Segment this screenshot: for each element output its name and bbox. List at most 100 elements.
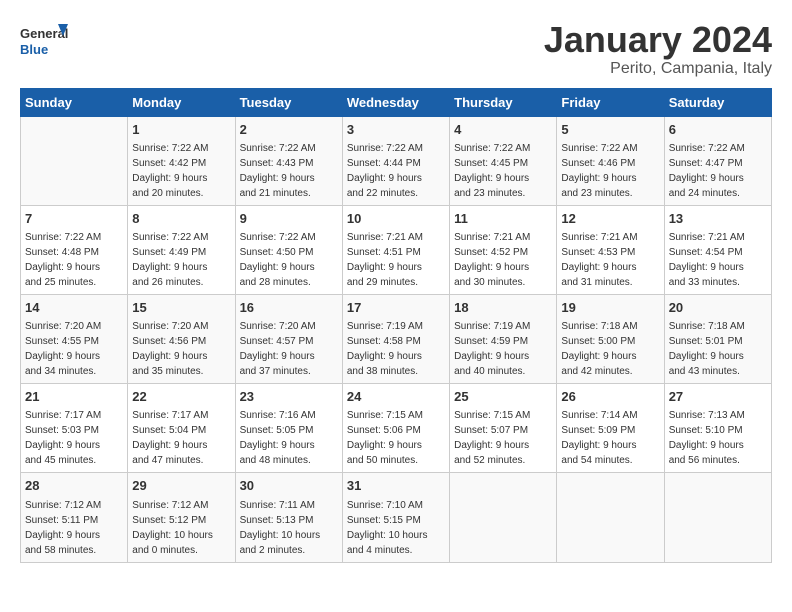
day-number: 23 [240,388,338,406]
svg-text:Blue: Blue [20,42,48,57]
day-number: 2 [240,121,338,139]
logo-svg: General Blue [20,20,70,65]
day-number: 25 [454,388,552,406]
day-number: 6 [669,121,767,139]
day-number: 10 [347,210,445,228]
day-number: 27 [669,388,767,406]
calendar-header-row: SundayMondayTuesdayWednesdayThursdayFrid… [21,88,772,116]
calendar-cell: 26 Sunrise: 7:14 AM Sunset: 5:09 PM Dayli… [557,384,664,473]
calendar-cell: 15Sunrise: 7:20 AM Sunset: 4:56 PM Dayli… [128,294,235,383]
week-row-1: 1 Sunrise: 7:22 AM Sunset: 4:42 PM Daylig… [21,116,772,205]
day-number: 29 [132,477,230,495]
day-info: Sunrise: 7:21 AM Sunset: 4:52 PM Dayligh… [454,230,552,290]
calendar-cell: 31 Sunrise: 7:10 AM Sunset: 5:15 PM Dayli… [342,473,449,562]
day-info: Sunrise: 7:11 AM Sunset: 5:13 PM Dayligh… [240,498,338,558]
day-info: Sunrise: 7:18 AM Sunset: 5:01 PM Dayligh… [669,319,767,379]
day-info: Sunrise: 7:12 AM Sunset: 5:11 PM Dayligh… [25,498,123,558]
day-info: Sunrise: 7:21 AM Sunset: 4:53 PM Dayligh… [561,230,659,290]
calendar-cell: 10Sunrise: 7:21 AM Sunset: 4:51 PM Dayli… [342,205,449,294]
calendar-cell: 28 Sunrise: 7:12 AM Sunset: 5:11 PM Dayli… [21,473,128,562]
calendar-cell: 7 Sunrise: 7:22 AM Sunset: 4:48 PM Daylig… [21,205,128,294]
calendar-cell: 1 Sunrise: 7:22 AM Sunset: 4:42 PM Daylig… [128,116,235,205]
day-number: 15 [132,299,230,317]
day-info: Sunrise: 7:22 AM Sunset: 4:45 PM Dayligh… [454,141,552,201]
day-number: 19 [561,299,659,317]
calendar-cell: 14Sunrise: 7:20 AM Sunset: 4:55 PM Dayli… [21,294,128,383]
calendar-cell: 23 Sunrise: 7:16 AM Sunset: 5:05 PM Dayli… [235,384,342,473]
day-number: 3 [347,121,445,139]
title-area: January 2024 Perito, Campania, Italy [544,20,772,78]
calendar-cell [557,473,664,562]
week-row-4: 21Sunrise: 7:17 AM Sunset: 5:03 PM Dayli… [21,384,772,473]
day-number: 1 [132,121,230,139]
col-header-sunday: Sunday [21,88,128,116]
calendar-cell [450,473,557,562]
location-subtitle: Perito, Campania, Italy [544,60,772,78]
calendar-cell: 24Sunrise: 7:15 AM Sunset: 5:06 PM Dayli… [342,384,449,473]
day-number: 16 [240,299,338,317]
calendar-cell: 29 Sunrise: 7:12 AM Sunset: 5:12 PM Dayli… [128,473,235,562]
col-header-wednesday: Wednesday [342,88,449,116]
day-number: 18 [454,299,552,317]
day-info: Sunrise: 7:18 AM Sunset: 5:00 PM Dayligh… [561,319,659,379]
day-info: Sunrise: 7:22 AM Sunset: 4:43 PM Dayligh… [240,141,338,201]
day-info: Sunrise: 7:22 AM Sunset: 4:42 PM Dayligh… [132,141,230,201]
calendar-cell: 11Sunrise: 7:21 AM Sunset: 4:52 PM Dayli… [450,205,557,294]
col-header-tuesday: Tuesday [235,88,342,116]
col-header-thursday: Thursday [450,88,557,116]
day-info: Sunrise: 7:14 AM Sunset: 5:09 PM Dayligh… [561,408,659,468]
calendar-cell [664,473,771,562]
calendar-cell: 19 Sunrise: 7:18 AM Sunset: 5:00 PM Dayli… [557,294,664,383]
calendar-cell: 25 Sunrise: 7:15 AM Sunset: 5:07 PM Dayli… [450,384,557,473]
day-info: Sunrise: 7:15 AM Sunset: 5:07 PM Dayligh… [454,408,552,468]
page-header: General Blue January 2024 Perito, Campan… [20,20,772,78]
calendar-cell: 27 Sunrise: 7:13 AM Sunset: 5:10 PM Dayli… [664,384,771,473]
day-info: Sunrise: 7:12 AM Sunset: 5:12 PM Dayligh… [132,498,230,558]
day-info: Sunrise: 7:19 AM Sunset: 4:59 PM Dayligh… [454,319,552,379]
day-number: 14 [25,299,123,317]
day-info: Sunrise: 7:22 AM Sunset: 4:47 PM Dayligh… [669,141,767,201]
day-number: 28 [25,477,123,495]
day-info: Sunrise: 7:15 AM Sunset: 5:06 PM Dayligh… [347,408,445,468]
day-number: 30 [240,477,338,495]
calendar-cell: 16Sunrise: 7:20 AM Sunset: 4:57 PM Dayli… [235,294,342,383]
day-info: Sunrise: 7:22 AM Sunset: 4:44 PM Dayligh… [347,141,445,201]
day-number: 31 [347,477,445,495]
calendar-cell: 9 Sunrise: 7:22 AM Sunset: 4:50 PM Daylig… [235,205,342,294]
calendar-cell: 5 Sunrise: 7:22 AM Sunset: 4:46 PM Daylig… [557,116,664,205]
day-number: 9 [240,210,338,228]
day-info: Sunrise: 7:22 AM Sunset: 4:49 PM Dayligh… [132,230,230,290]
day-number: 12 [561,210,659,228]
calendar-cell: 18 Sunrise: 7:19 AM Sunset: 4:59 PM Dayli… [450,294,557,383]
day-info: Sunrise: 7:17 AM Sunset: 5:03 PM Dayligh… [25,408,123,468]
calendar-table: SundayMondayTuesdayWednesdayThursdayFrid… [20,88,772,563]
calendar-cell: 4 Sunrise: 7:22 AM Sunset: 4:45 PM Daylig… [450,116,557,205]
calendar-cell: 2 Sunrise: 7:22 AM Sunset: 4:43 PM Daylig… [235,116,342,205]
day-info: Sunrise: 7:22 AM Sunset: 4:48 PM Dayligh… [25,230,123,290]
day-number: 8 [132,210,230,228]
calendar-cell: 30 Sunrise: 7:11 AM Sunset: 5:13 PM Dayli… [235,473,342,562]
day-info: Sunrise: 7:10 AM Sunset: 5:15 PM Dayligh… [347,498,445,558]
col-header-friday: Friday [557,88,664,116]
calendar-cell: 17Sunrise: 7:19 AM Sunset: 4:58 PM Dayli… [342,294,449,383]
week-row-5: 28 Sunrise: 7:12 AM Sunset: 5:11 PM Dayli… [21,473,772,562]
calendar-cell: 3 Sunrise: 7:22 AM Sunset: 4:44 PM Daylig… [342,116,449,205]
calendar-cell: 22 Sunrise: 7:17 AM Sunset: 5:04 PM Dayli… [128,384,235,473]
day-number: 7 [25,210,123,228]
day-info: Sunrise: 7:17 AM Sunset: 5:04 PM Dayligh… [132,408,230,468]
calendar-cell: 20Sunrise: 7:18 AM Sunset: 5:01 PM Dayli… [664,294,771,383]
month-title: January 2024 [544,20,772,60]
day-number: 26 [561,388,659,406]
day-info: Sunrise: 7:22 AM Sunset: 4:46 PM Dayligh… [561,141,659,201]
day-info: Sunrise: 7:21 AM Sunset: 4:54 PM Dayligh… [669,230,767,290]
day-number: 13 [669,210,767,228]
day-number: 22 [132,388,230,406]
calendar-cell: 8 Sunrise: 7:22 AM Sunset: 4:49 PM Daylig… [128,205,235,294]
day-number: 4 [454,121,552,139]
day-info: Sunrise: 7:13 AM Sunset: 5:10 PM Dayligh… [669,408,767,468]
day-info: Sunrise: 7:16 AM Sunset: 5:05 PM Dayligh… [240,408,338,468]
col-header-monday: Monday [128,88,235,116]
day-number: 5 [561,121,659,139]
day-info: Sunrise: 7:22 AM Sunset: 4:50 PM Dayligh… [240,230,338,290]
col-header-saturday: Saturday [664,88,771,116]
